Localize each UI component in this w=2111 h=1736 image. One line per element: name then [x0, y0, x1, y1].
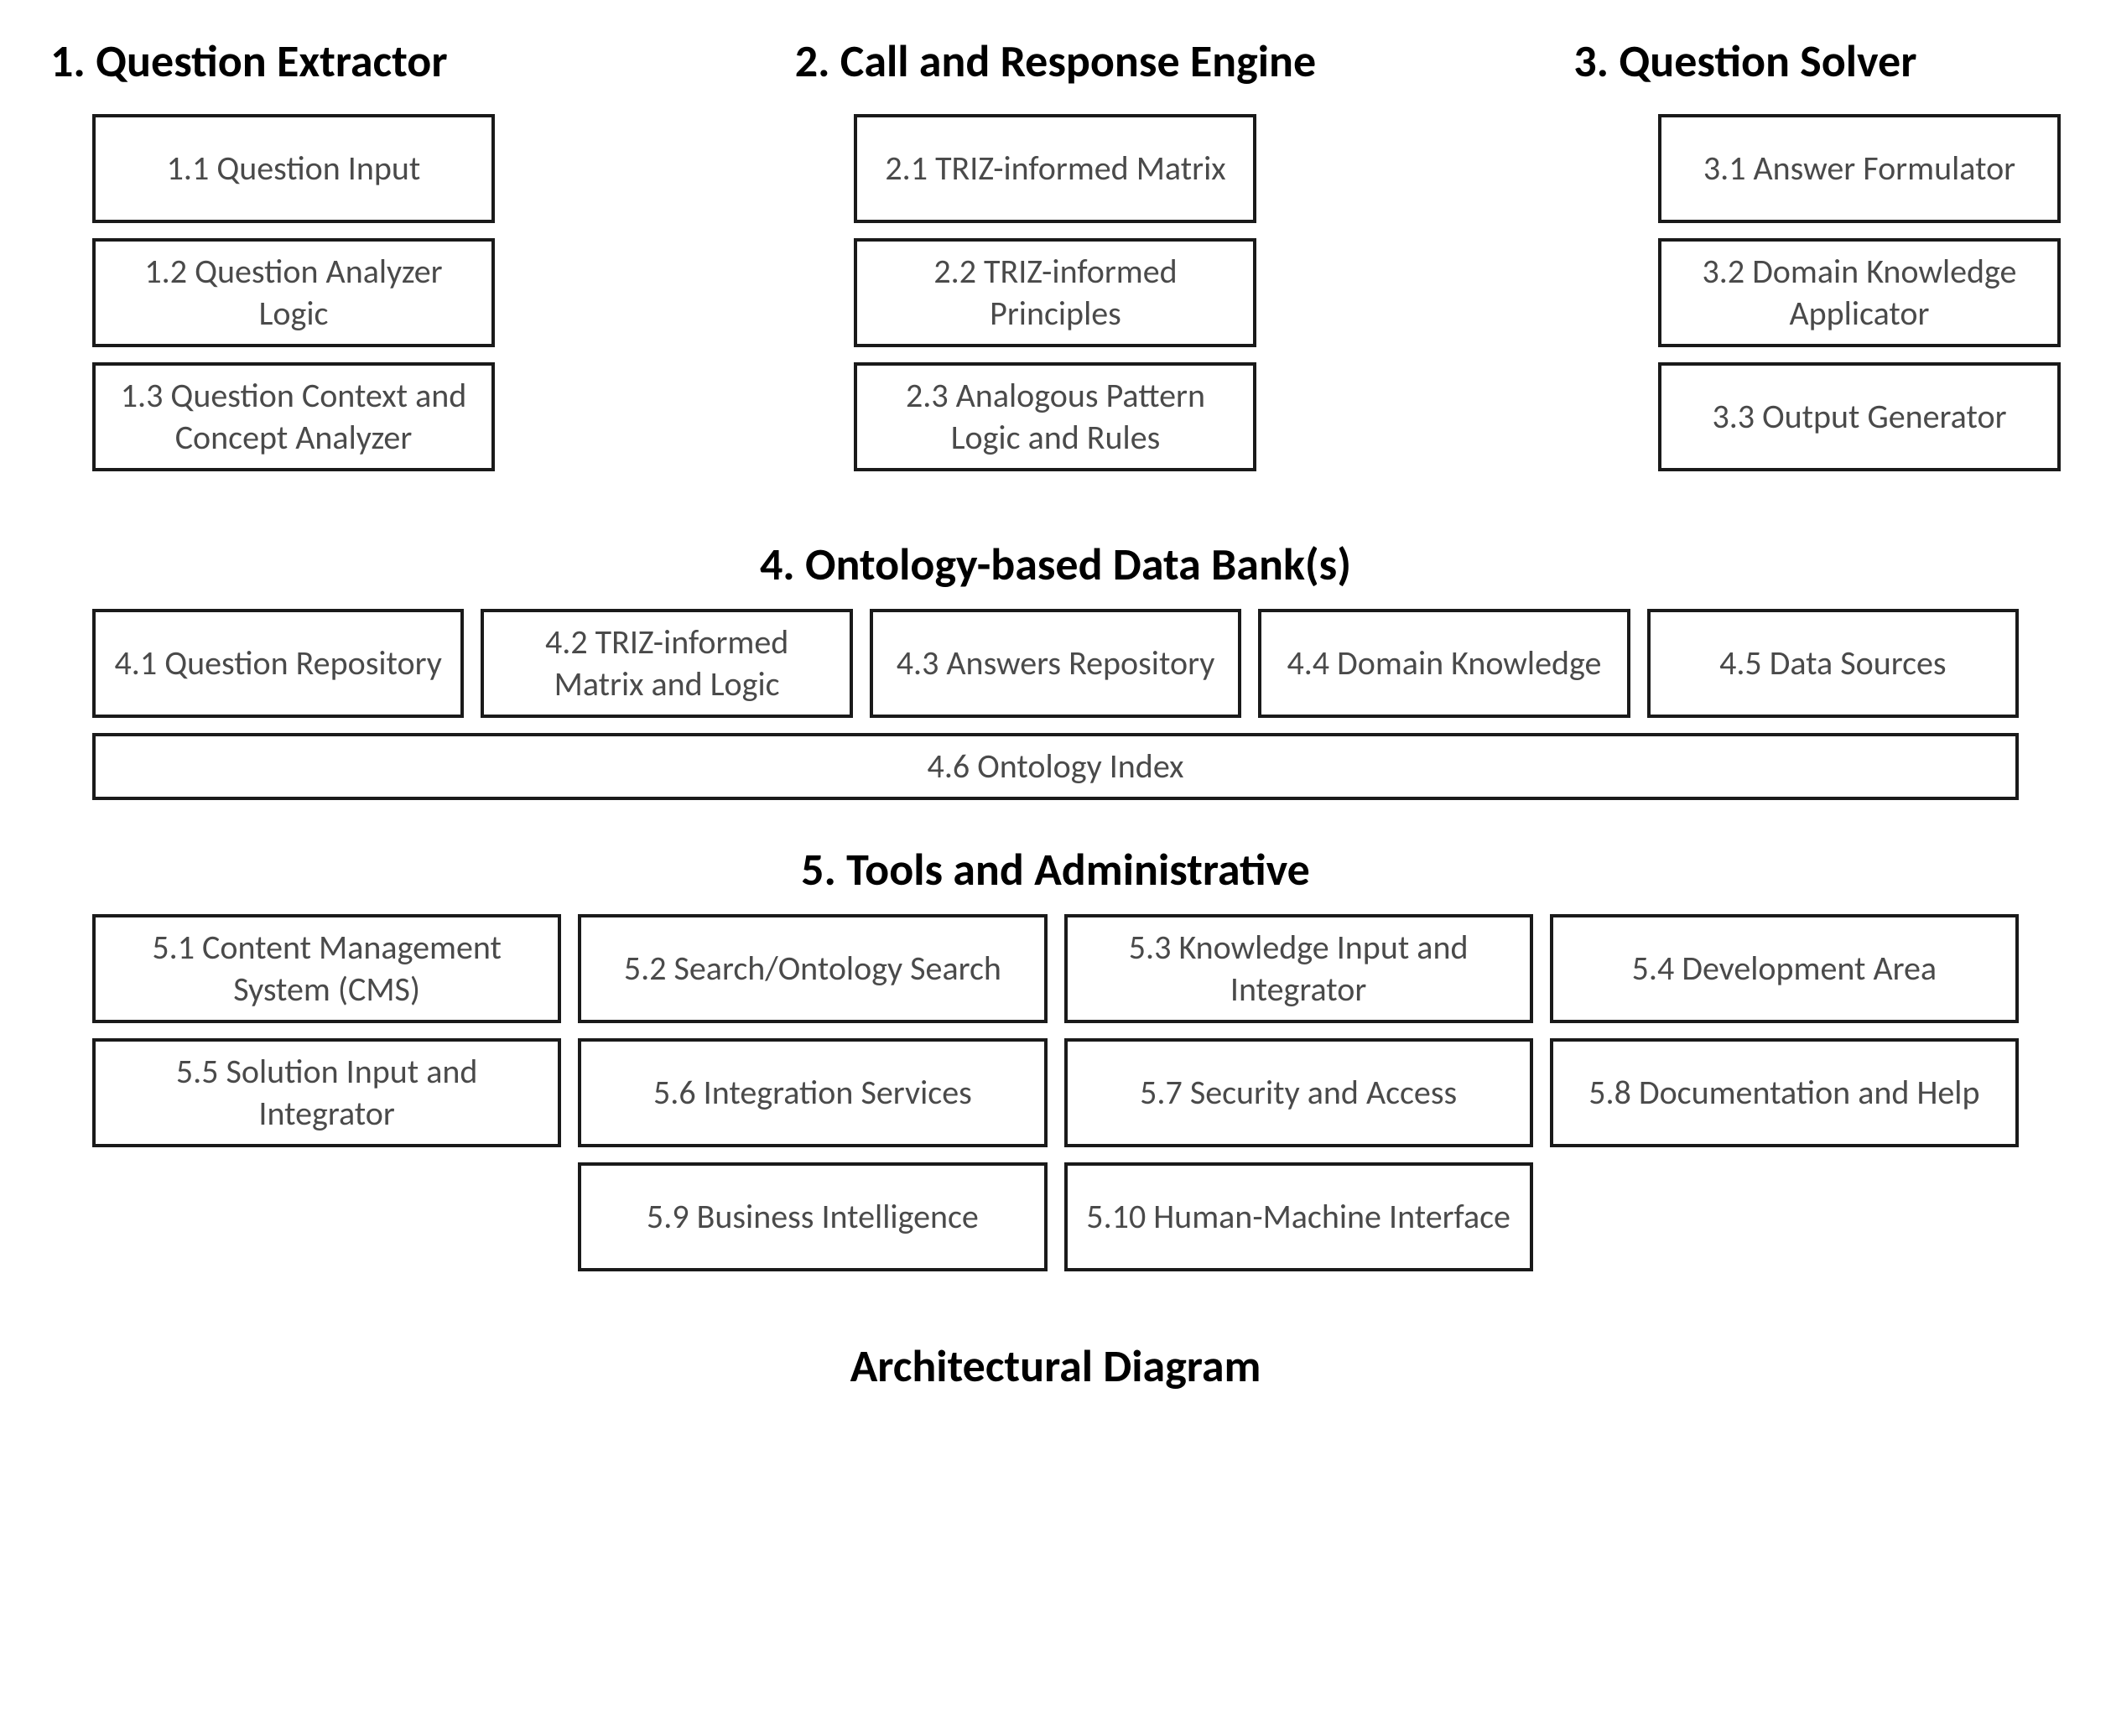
section-5-row-2: 5.5 Solution Input and Integrator 5.6 In… [92, 1038, 2019, 1147]
footer-title: Architectural Diagram [50, 1338, 2061, 1394]
section-5-row-3: 5.9 Business Intelligence 5.10 Human-Mac… [92, 1162, 2019, 1271]
box-4-2-triz-matrix-logic: 4.2 TRIZ-informed Matrix and Logic [481, 609, 852, 718]
top-sections-row: 1. Question Extractor 1.1 Question Input… [50, 34, 2061, 486]
box-5-1-cms: 5.1 Content Management System (CMS) [92, 914, 561, 1023]
section-5-title: 5. Tools and Administrative [92, 842, 2019, 897]
box-5-3-knowledge-input-integrator: 5.3 Knowledge Input and Integrator [1064, 914, 1533, 1023]
box-2-1-triz-matrix: 2.1 TRIZ-informed Matrix [854, 114, 1256, 223]
box-4-6-ontology-index: 4.6 Ontology Index [92, 733, 2019, 800]
section-1-title: 1. Question Extractor [50, 34, 681, 89]
section-2-title: 2. Call and Response Engine [740, 34, 1370, 89]
box-1-1-question-input: 1.1 Question Input [92, 114, 495, 223]
box-5-10-human-machine-interface: 5.10 Human-Machine Interface [1064, 1162, 1533, 1271]
box-5-9-business-intelligence: 5.9 Business Intelligence [578, 1162, 1047, 1271]
box-1-2-question-analyzer-logic: 1.2 Question Analyzer Logic [92, 238, 495, 347]
section-2-call-response-engine: 2. Call and Response Engine 2.1 TRIZ-inf… [740, 34, 1370, 486]
box-4-5-data-sources: 4.5 Data Sources [1647, 609, 2019, 718]
section-4-row-1: 4.1 Question Repository 4.2 TRIZ-informe… [92, 609, 2019, 718]
box-5-6-integration-services: 5.6 Integration Services [578, 1038, 1047, 1147]
box-1-3-question-context-concept-analyzer: 1.3 Question Context and Concept Analyze… [92, 362, 495, 471]
box-5-5-solution-input-integrator: 5.5 Solution Input and Integrator [92, 1038, 561, 1147]
box-5-8-documentation-help: 5.8 Documentation and Help [1550, 1038, 2019, 1147]
box-3-1-answer-formulator: 3.1 Answer Formulator [1658, 114, 2061, 223]
section-4-title: 4. Ontology-based Data Bank(s) [50, 537, 2061, 592]
box-3-2-domain-knowledge-applicator: 3.2 Domain Knowledge Applicator [1658, 238, 2061, 347]
section-5-row-1: 5.1 Content Management System (CMS) 5.2 … [92, 914, 2019, 1023]
box-5-2-search-ontology: 5.2 Search/Ontology Search [578, 914, 1047, 1023]
section-3-title: 3. Question Solver [1430, 34, 2061, 89]
box-4-4-domain-knowledge: 4.4 Domain Knowledge [1258, 609, 1630, 718]
box-5-7-security-access: 5.7 Security and Access [1064, 1038, 1533, 1147]
section-1-question-extractor: 1. Question Extractor 1.1 Question Input… [50, 34, 681, 486]
section-3-question-solver: 3. Question Solver 3.1 Answer Formulator… [1430, 34, 2061, 486]
section-5-tools-administrative: 5. Tools and Administrative 5.1 Content … [50, 842, 2061, 1271]
section-4-ontology-data-banks: 4. Ontology-based Data Bank(s) 4.1 Quest… [50, 537, 2061, 800]
box-3-3-output-generator: 3.3 Output Generator [1658, 362, 2061, 471]
box-4-1-question-repository: 4.1 Question Repository [92, 609, 464, 718]
box-4-3-answers-repository: 4.3 Answers Repository [870, 609, 1241, 718]
box-5-4-development-area: 5.4 Development Area [1550, 914, 2019, 1023]
box-2-3-analogous-pattern-logic: 2.3 Analogous Pattern Logic and Rules [854, 362, 1256, 471]
box-2-2-triz-principles: 2.2 TRIZ-informed Principles [854, 238, 1256, 347]
